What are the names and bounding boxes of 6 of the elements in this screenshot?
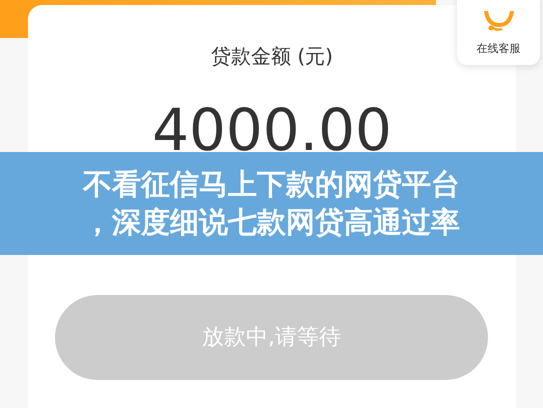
banner-title-line: 不看征信马上下款的网贷平台 — [83, 166, 460, 203]
headset-icon — [482, 10, 516, 32]
loan-amount-label: 贷款金额 (元) — [211, 43, 333, 70]
banner-title-line: ，深度细说七款网贷高通过率 — [83, 204, 460, 240]
loan-amount: 4000.00 — [152, 101, 392, 159]
customer-service-button[interactable]: 在线客服 — [457, 0, 540, 65]
